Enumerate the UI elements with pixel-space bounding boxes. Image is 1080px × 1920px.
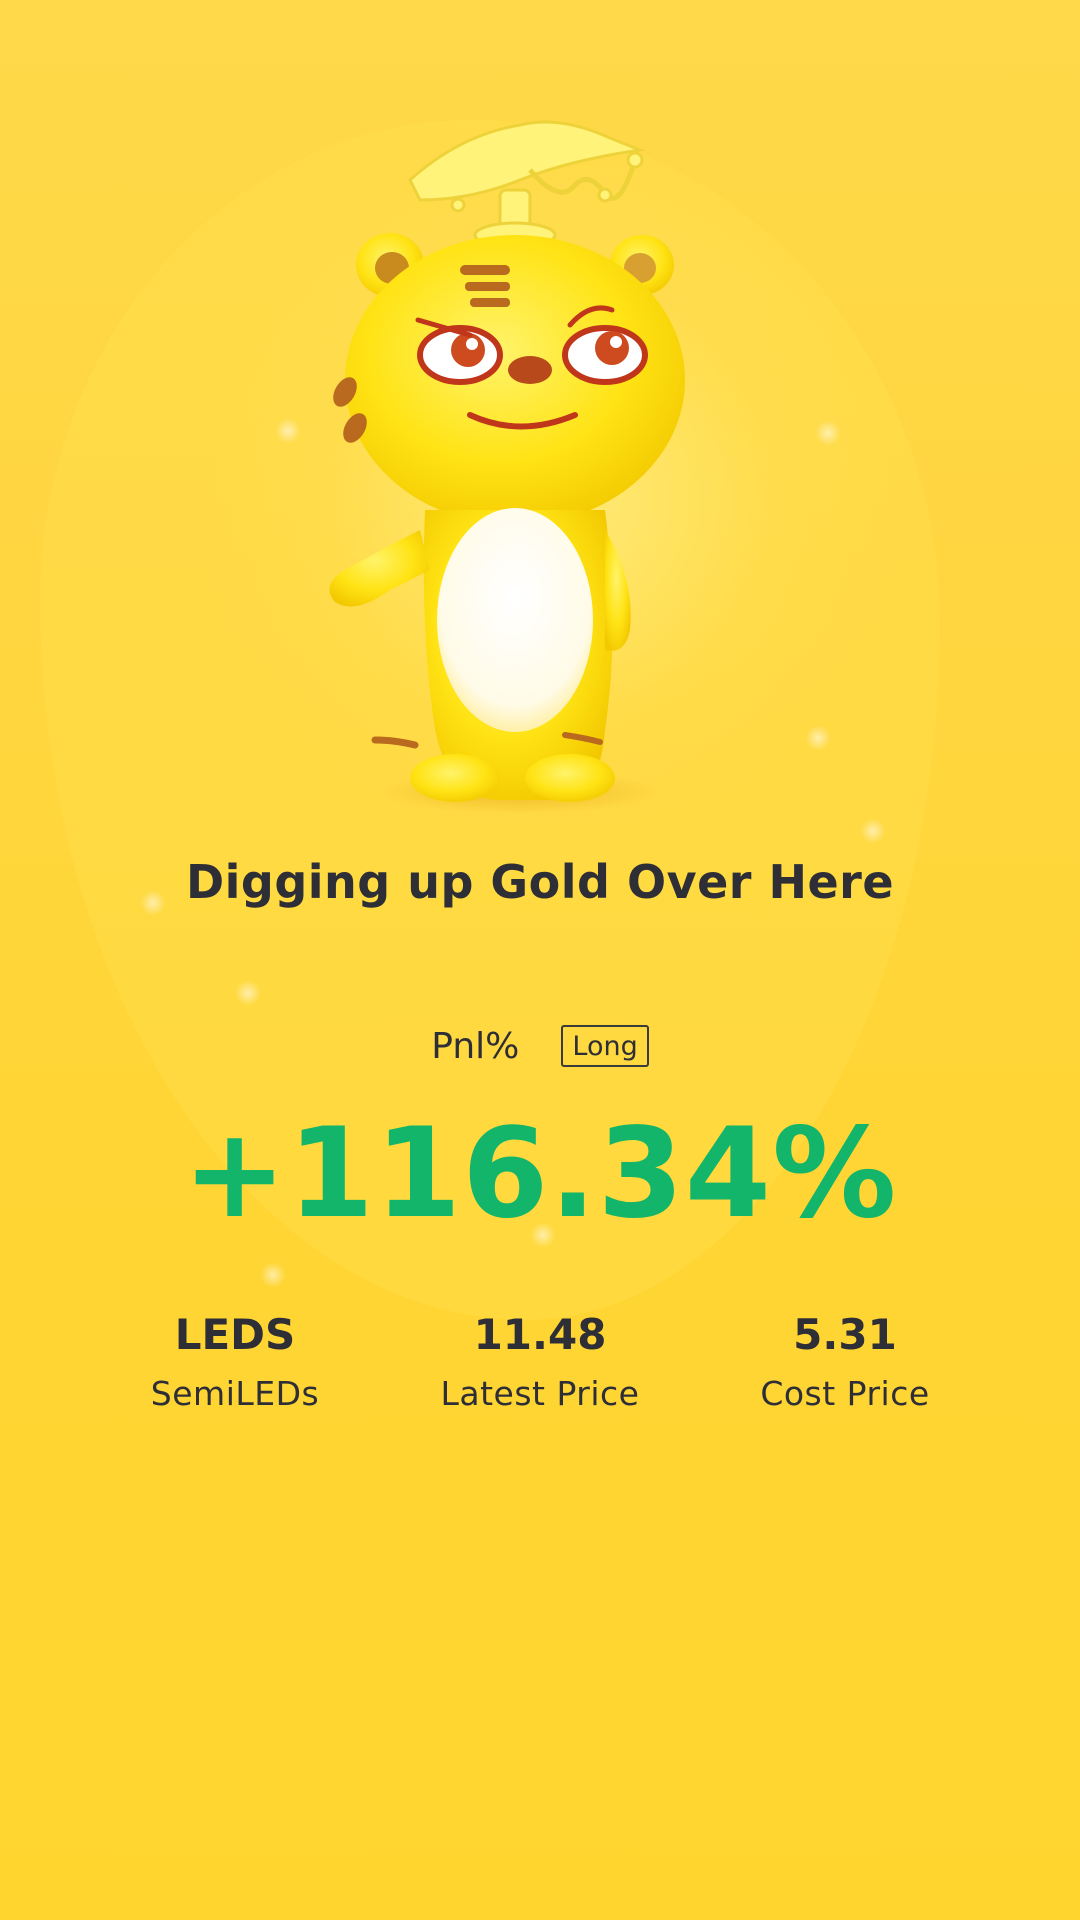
- sparkle-decoration: [805, 725, 831, 751]
- position-direction-badge: Long: [561, 1025, 649, 1067]
- sparkle-decoration: [235, 980, 261, 1006]
- pnl-label: Pnl%: [431, 1025, 520, 1067]
- stat-symbol: LEDS SemiLEDs: [85, 1310, 385, 1414]
- cost-price-label: Cost Price: [760, 1374, 930, 1414]
- stat-cost-price: 5.31 Cost Price: [695, 1310, 995, 1414]
- headline-text: Digging up Gold Over Here: [185, 855, 895, 909]
- sparkle-decoration: [260, 1262, 286, 1288]
- tiger-mascot-illustration: [329, 120, 685, 814]
- pnl-percentage-value: +116.34%: [182, 1102, 898, 1246]
- latest-price-value: 11.48: [473, 1310, 607, 1359]
- sparkle-decoration: [860, 818, 886, 844]
- pnl-header: Pnl% Long: [0, 1025, 1080, 1067]
- cost-price-value: 5.31: [793, 1310, 897, 1359]
- sparkle-decoration: [815, 420, 841, 446]
- latest-price-label: Latest Price: [440, 1374, 640, 1414]
- stats-row: LEDS SemiLEDs 11.48 Latest Price 5.31 Co…: [0, 1310, 1080, 1440]
- stock-name: SemiLEDs: [150, 1374, 320, 1414]
- stat-latest-price: 11.48 Latest Price: [390, 1310, 690, 1414]
- sparkle-decoration: [275, 418, 301, 444]
- lamp-hat: [408, 120, 646, 249]
- stock-symbol: LEDS: [174, 1310, 296, 1359]
